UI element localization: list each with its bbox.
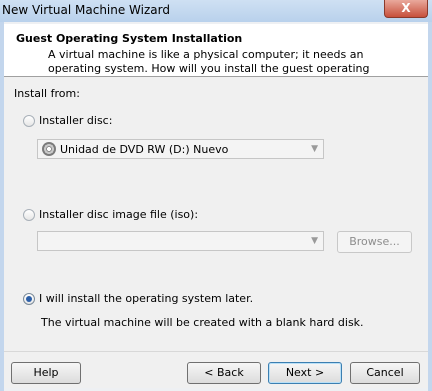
wizard-body: Install from: Installer disc: Unidad de … (4, 77, 428, 351)
installer-disc-radio[interactable] (23, 115, 35, 127)
back-button[interactable]: < Back (187, 362, 261, 384)
window-title: New Virtual Machine Wizard (2, 3, 170, 17)
close-icon: X (401, 1, 411, 15)
wizard-footer: Help < Back Next > Cancel (4, 351, 428, 388)
dvd-drive-select[interactable]: Unidad de DVD RW (D:) Nuevo ▼ (37, 139, 324, 159)
install-later-note: The virtual machine will be created with… (41, 316, 364, 329)
install-from-label: Install from: (14, 87, 80, 100)
chevron-down-icon: ▼ (311, 144, 318, 154)
title-bar: New Virtual Machine Wizard X (0, 0, 432, 22)
next-button[interactable]: Next > (268, 362, 342, 384)
installer-disc-label[interactable]: Installer disc: (39, 114, 112, 127)
help-button[interactable]: Help (11, 362, 81, 384)
close-button[interactable]: X (384, 0, 428, 18)
iso-path-select[interactable]: ▼ (37, 231, 324, 251)
browse-button[interactable]: Browse... (337, 231, 412, 253)
disc-icon (42, 142, 56, 156)
iso-radio[interactable] (23, 209, 35, 221)
chevron-down-icon: ▼ (311, 236, 318, 246)
iso-label[interactable]: Installer disc image file (iso): (39, 208, 198, 221)
dvd-drive-value: Unidad de DVD RW (D:) Nuevo (60, 143, 229, 156)
cancel-button[interactable]: Cancel (350, 362, 420, 384)
install-later-label[interactable]: I will install the operating system late… (39, 292, 253, 305)
page-heading: Guest Operating System Installation (16, 32, 243, 45)
install-later-radio[interactable] (23, 293, 35, 305)
wizard-header: Guest Operating System Installation A vi… (4, 24, 428, 89)
